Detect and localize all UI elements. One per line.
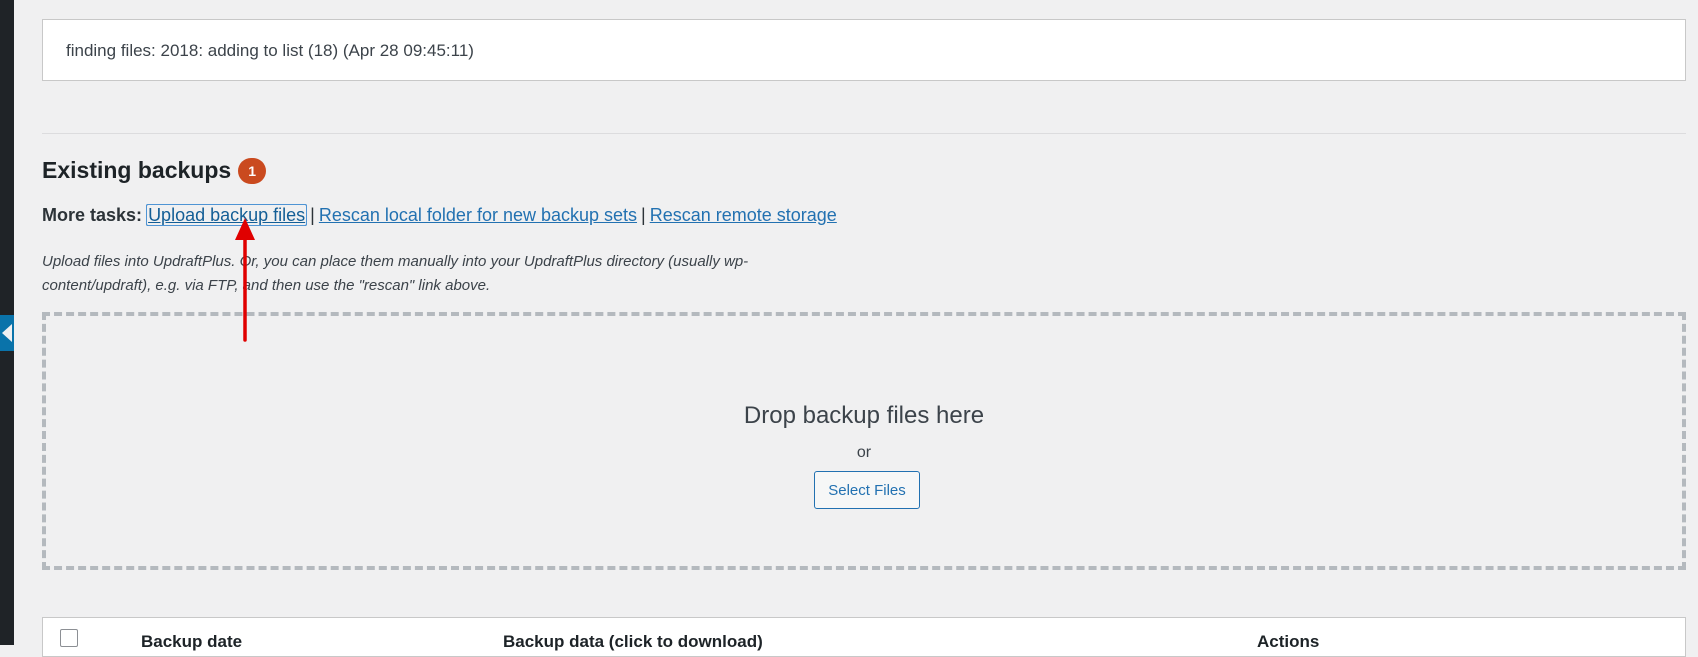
upload-backup-files-link[interactable]: Upload backup files <box>146 204 308 226</box>
red-annotation-arrow-icon <box>235 218 255 342</box>
link-separator: | <box>641 205 646 225</box>
select-files-button[interactable]: Select Files <box>814 471 920 509</box>
column-header-backup-date[interactable]: Backup date <box>141 632 242 652</box>
existing-backups-heading: Existing backups 1 <box>42 157 267 184</box>
drop-zone-or: or <box>856 444 872 461</box>
more-tasks-label: More tasks: <box>42 205 143 225</box>
backups-table-header: Backup date Backup data (click to downlo… <box>42 617 1686 657</box>
rescan-local-folder-link[interactable]: Rescan local folder for new backup sets <box>319 205 637 225</box>
backup-log-box: finding files: 2018: adding to list (18)… <box>42 19 1686 81</box>
select-all-checkbox[interactable] <box>60 629 78 647</box>
sidebar-current-arrow-icon <box>2 324 12 342</box>
section-divider <box>42 133 1686 134</box>
column-header-actions: Actions <box>1257 632 1320 651</box>
existing-backups-title: Existing backups <box>42 157 232 183</box>
admin-sidebar <box>0 0 14 645</box>
backup-count-badge: 1 <box>238 157 267 184</box>
more-tasks-bar: More tasks: Upload backup files | Rescan l… <box>42 204 837 226</box>
drop-zone-title: Drop backup files here <box>743 402 985 429</box>
link-separator: | <box>310 205 315 225</box>
backup-drop-zone[interactable]: Drop backup files here or Select Files <box>42 312 1686 570</box>
column-header-backup-data[interactable]: Backup data (click to download) <box>503 632 763 652</box>
upload-help-text: Upload files into UpdraftPlus. Or, you c… <box>42 253 749 294</box>
backup-log-message: finding files: 2018: adding to list (18)… <box>66 41 474 60</box>
rescan-remote-storage-link[interactable]: Rescan remote storage <box>650 205 837 225</box>
